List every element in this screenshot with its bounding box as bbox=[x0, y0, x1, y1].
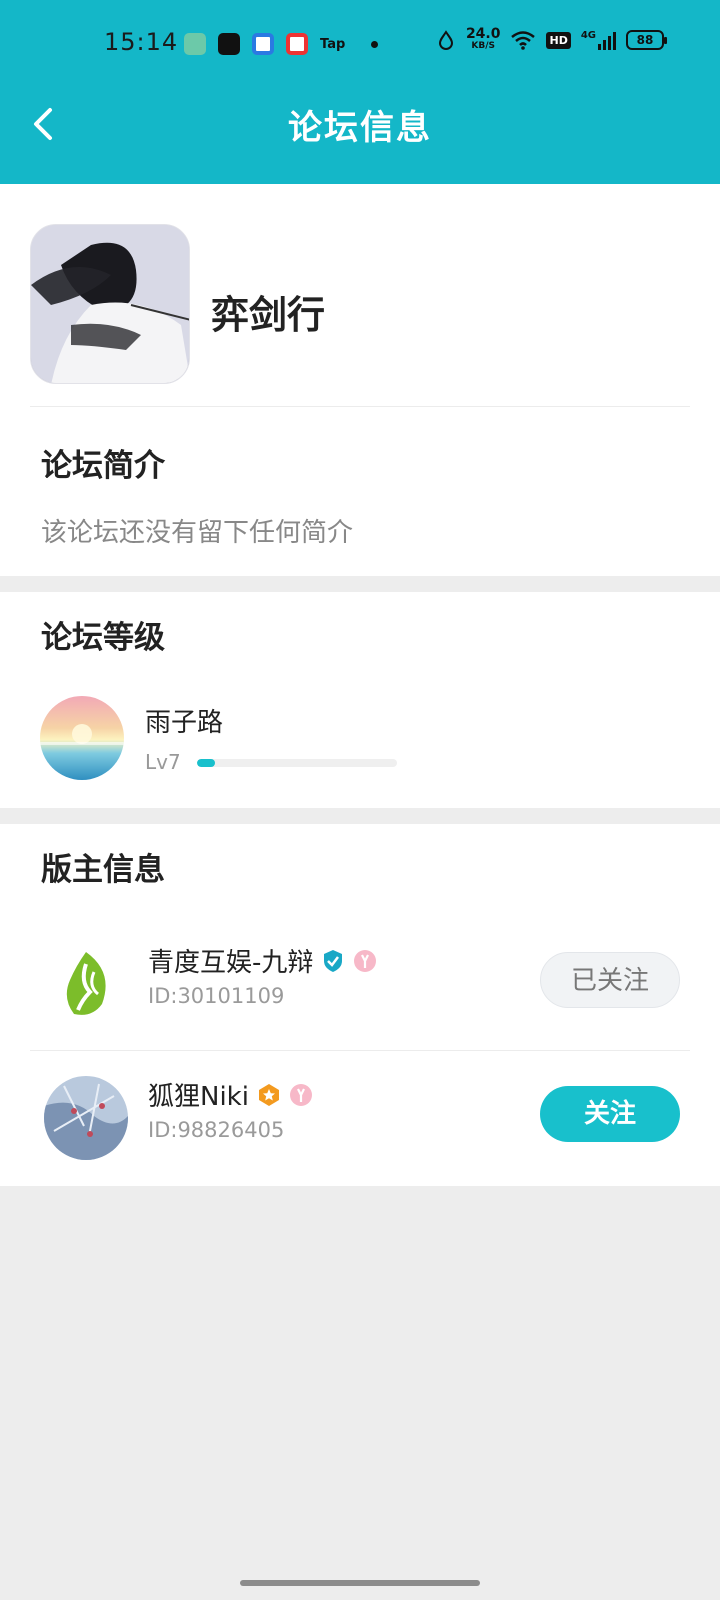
tap-label: Tap bbox=[320, 36, 346, 52]
hd-icon: HD bbox=[546, 31, 571, 49]
level-username: 雨子路 bbox=[145, 708, 224, 738]
status-time: 15:14 bbox=[104, 28, 179, 56]
network-speed: 24.0 KB/S bbox=[465, 26, 501, 52]
home-indicator[interactable] bbox=[240, 1580, 480, 1586]
level-progress-fill bbox=[197, 759, 215, 767]
moderator-avatar[interactable] bbox=[44, 1076, 128, 1160]
signal-label: 4G bbox=[580, 30, 596, 41]
page-title: 论坛信息 bbox=[288, 108, 432, 148]
moderator-id: ID:98826405 bbox=[148, 1118, 285, 1142]
user-avatar[interactable] bbox=[40, 696, 124, 780]
moderator-avatar-image bbox=[44, 1076, 128, 1160]
moderator-row[interactable]: 青度互娱-九辩 ID:30101109 已关注 bbox=[0, 920, 720, 1048]
verified-badge-icon bbox=[324, 949, 343, 972]
followed-button[interactable]: 已关注 bbox=[540, 952, 680, 1008]
more-notifications-dot bbox=[371, 40, 379, 48]
moderator-name: 狐狸Niki bbox=[148, 1082, 249, 1112]
battery-indicator: 88 bbox=[626, 30, 667, 50]
moderator-name-wrap: 狐狸Niki bbox=[148, 1076, 313, 1113]
divider bbox=[30, 1050, 690, 1051]
moderator-id: ID:30101109 bbox=[148, 984, 285, 1008]
browser-icon bbox=[252, 33, 274, 55]
level-title: 论坛等级 bbox=[41, 620, 165, 656]
forum-level-card: 论坛等级 雨子路 Lv7 bbox=[0, 592, 720, 808]
app-notification-icon bbox=[184, 33, 206, 55]
network-speed-unit: KB/S bbox=[471, 41, 496, 51]
leaf-logo-icon bbox=[44, 942, 128, 1026]
divider bbox=[30, 406, 690, 407]
notification-icons: Tap bbox=[184, 32, 379, 56]
moderators-card: 版主信息 青度互娱-九辩 ID:30101109 已关注 狐狸Niki ID:9… bbox=[0, 824, 720, 1186]
status-right: 24.0 KB/S HD 4G 88 bbox=[436, 26, 667, 52]
wifi-icon bbox=[511, 31, 536, 50]
intro-title: 论坛简介 bbox=[41, 448, 165, 484]
star-badge-icon bbox=[258, 1083, 279, 1106]
status-bar: 15:14 Tap 24.0 KB/S HD 4G 88 bbox=[0, 0, 720, 88]
moderator-name: 青度互娱-九辩 bbox=[148, 948, 314, 978]
forum-info-card: 弈剑行 论坛简介 该论坛还没有留下任何简介 bbox=[0, 184, 720, 576]
moderator-row[interactable]: 狐狸Niki ID:98826405 关注 bbox=[0, 1054, 720, 1182]
app-header: 15:14 Tap 24.0 KB/S HD 4G 88 论坛信息 bbox=[0, 0, 720, 184]
moderator-avatar[interactable] bbox=[44, 942, 128, 1026]
network-speed-value: 24.0 bbox=[465, 26, 501, 42]
data-saver-icon bbox=[438, 30, 453, 50]
moderator-name-wrap: 青度互娱-九辩 bbox=[148, 942, 377, 979]
level-progress-bar bbox=[197, 759, 397, 767]
moderator-badge-icon bbox=[289, 1083, 312, 1106]
forum-name: 弈剑行 bbox=[211, 293, 326, 337]
moderator-badge-icon bbox=[354, 949, 377, 972]
intro-text: 该论坛还没有留下任何简介 bbox=[41, 518, 354, 548]
user-avatar-image bbox=[40, 724, 124, 745]
tiktok-icon bbox=[218, 33, 240, 55]
signal-icon: 4G bbox=[581, 30, 616, 50]
level-label: Lv7 bbox=[145, 750, 181, 774]
video-app-icon bbox=[286, 33, 308, 55]
moderators-title: 版主信息 bbox=[41, 852, 165, 888]
follow-button[interactable]: 关注 bbox=[540, 1086, 680, 1142]
forum-avatar-image bbox=[31, 225, 189, 383]
forum-avatar[interactable] bbox=[30, 224, 190, 384]
